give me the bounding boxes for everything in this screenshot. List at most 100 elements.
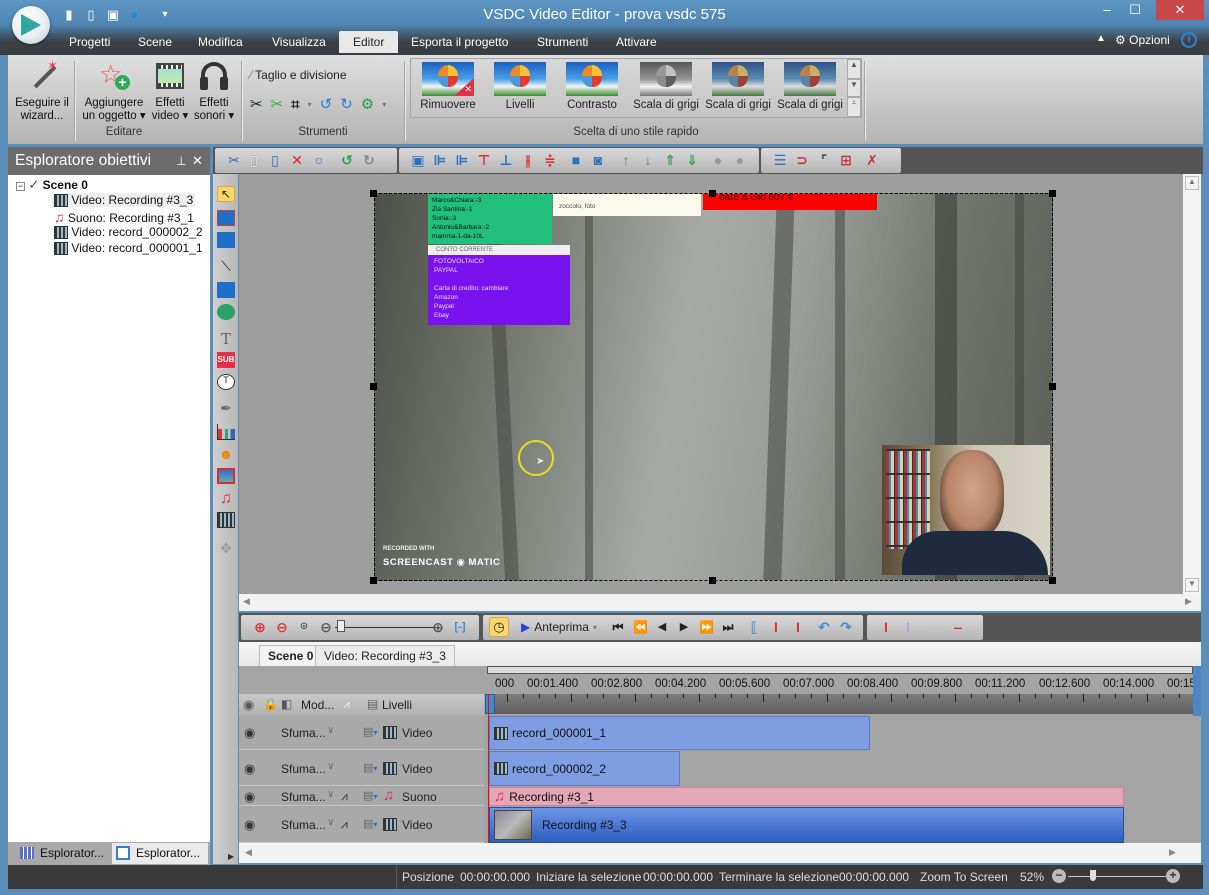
- tab-scene-0[interactable]: Scene 0: [259, 645, 323, 666]
- properties-icon[interactable]: ☰: [773, 153, 787, 167]
- gallery-scroll-up[interactable]: ▲: [847, 59, 861, 79]
- track-menu-icon[interactable]: ▤▾: [363, 817, 377, 830]
- style-rimuovere[interactable]: ✕ Rimuovere: [415, 62, 481, 111]
- ruler-end-handle[interactable]: [1193, 666, 1201, 716]
- video-tool-icon[interactable]: [217, 512, 235, 528]
- blend-dropdown-icon[interactable]: ∨: [327, 817, 334, 828]
- fit-timeline-icon[interactable]: [-]: [453, 620, 467, 634]
- resize-handle-l[interactable]: [370, 383, 377, 390]
- cut-split-button[interactable]: ⁄ Taglio e divisione: [250, 68, 347, 82]
- scroll-up-icon[interactable]: ▲: [1185, 176, 1199, 190]
- step-forward-icon[interactable]: ▶: [677, 620, 691, 634]
- selection-start-icon[interactable]: I: [769, 620, 783, 634]
- audio-tool-icon[interactable]: ♫: [217, 490, 235, 507]
- video-effects-button[interactable]: Effetti video ▾: [150, 59, 190, 123]
- bring-front-tool-icon[interactable]: [217, 210, 235, 226]
- tools-icon[interactable]: ✗: [865, 153, 879, 167]
- timeline-ruler-track[interactable]: [487, 694, 1196, 714]
- move-tool-icon[interactable]: ✥: [217, 540, 235, 556]
- scroll-down-icon[interactable]: ▼: [1185, 578, 1199, 592]
- go-end-icon[interactable]: ⏭: [721, 620, 735, 634]
- pointer-tool-icon[interactable]: ↖: [217, 186, 235, 202]
- group-icon[interactable]: ●: [711, 153, 725, 167]
- rectangle-tool-icon[interactable]: [217, 282, 235, 298]
- visibility-icon[interactable]: ◉: [244, 789, 255, 805]
- tab-esporta[interactable]: Esporta il progetto: [399, 31, 520, 53]
- send-to-back-icon[interactable]: ⇓: [685, 153, 699, 167]
- close-panel-icon[interactable]: ✕: [192, 147, 203, 175]
- visibility-icon[interactable]: ◉: [244, 817, 255, 833]
- circle-icon[interactable]: ○: [312, 153, 326, 167]
- ellipse-tool-icon[interactable]: [217, 304, 235, 320]
- zoom-slider-thumb[interactable]: [1090, 870, 1096, 881]
- zoom-slider-minus-icon[interactable]: ⊖: [319, 620, 333, 634]
- zoom-slider-thumb[interactable]: [337, 620, 345, 632]
- pin-icon[interactable]: ⊥: [176, 147, 186, 175]
- delete-icon[interactable]: ✕: [290, 153, 304, 167]
- tree-root[interactable]: − ✓ Scene 0: [16, 177, 88, 193]
- align-center-h-icon[interactable]: ≑: [543, 153, 557, 167]
- minimize-button[interactable]: ‒: [1092, 0, 1122, 20]
- rewind-icon[interactable]: ⏪: [633, 620, 648, 634]
- subtitle-tool-icon[interactable]: SUB: [217, 352, 235, 368]
- resize-handle-r[interactable]: [1049, 383, 1056, 390]
- add-object-button[interactable]: ☆ + Aggiungere un oggetto ▾: [76, 59, 152, 123]
- wizard-button[interactable]: ✶ Eseguire il wizard...: [12, 59, 72, 123]
- tree-item-suono-recording-3-1[interactable]: ♫ Suono: Recording #3_1: [52, 209, 196, 225]
- scroll-right-icon[interactable]: ▶: [1169, 847, 1176, 858]
- marker-end-icon[interactable]: I: [901, 620, 915, 634]
- timeline-clip[interactable]: record_000001_1: [489, 716, 870, 750]
- selection-full-icon[interactable]: ⟦: [747, 620, 761, 634]
- resize-handle-bl[interactable]: [370, 577, 377, 584]
- fast-forward-icon[interactable]: ⏩: [699, 620, 714, 634]
- crop-dropdown-icon[interactable]: ▾: [308, 100, 312, 109]
- preview-vertical-scrollbar[interactable]: ▲ ▼: [1183, 174, 1201, 594]
- tab-scene[interactable]: Scene: [126, 31, 184, 53]
- resize-handle-b[interactable]: [709, 577, 716, 584]
- track-menu-icon[interactable]: ▤▾: [363, 789, 377, 802]
- cut-icon[interactable]: ✂: [227, 153, 241, 167]
- chart-tool-icon[interactable]: [217, 424, 235, 440]
- animation-tool-icon[interactable]: ☻: [217, 446, 235, 462]
- maximize-button[interactable]: ☐: [1120, 0, 1150, 20]
- playhead-line[interactable]: [488, 694, 489, 843]
- tab-visualizza[interactable]: Visualizza: [260, 31, 338, 53]
- rotate-right-90-icon[interactable]: ↻: [340, 95, 353, 113]
- fit-center-icon[interactable]: ◙: [591, 153, 605, 167]
- audio-effects-button[interactable]: Effetti sonori ▾: [192, 59, 236, 123]
- zoom-slider[interactable]: [335, 627, 435, 628]
- zoom-to-screen-button[interactable]: Zoom To Screen: [920, 870, 1008, 884]
- ungroup-icon[interactable]: ●: [733, 153, 747, 167]
- tree-item-video-record-000002-2[interactable]: Video: record_000002_2: [52, 225, 205, 240]
- zoom-out-status-icon[interactable]: −: [1052, 869, 1066, 883]
- close-button[interactable]: ✕: [1156, 0, 1204, 20]
- align-left-icon[interactable]: ⊫: [433, 153, 447, 167]
- align-top-icon[interactable]: ⊤: [477, 153, 491, 167]
- tree-item-video-record-000001-1[interactable]: Video: record_000001_1: [52, 241, 205, 256]
- bring-forward-icon[interactable]: ↑: [619, 153, 633, 167]
- line-tool-icon[interactable]: ⟍: [217, 258, 235, 274]
- magnet-icon[interactable]: ⊃: [795, 153, 809, 167]
- resize-handle-tl[interactable]: [370, 190, 377, 197]
- tab-modifica[interactable]: Modifica: [186, 31, 255, 53]
- settings-wrench-icon[interactable]: ⚙: [361, 95, 374, 113]
- timeline-ruler[interactable]: 000 00:01.400 00:02.800 00:04.200 00:05.600 0…: [487, 676, 1199, 694]
- remove-marker-icon[interactable]: ‒: [951, 620, 965, 634]
- gallery-scroll-down[interactable]: ▼: [847, 79, 861, 97]
- settings-dropdown-icon[interactable]: ▾: [382, 100, 386, 109]
- gallery-expand[interactable]: ⩡: [847, 97, 861, 117]
- trim-icon[interactable]: ✂: [271, 95, 284, 113]
- expand-strip-icon[interactable]: ▶: [228, 852, 234, 861]
- waveform-icon[interactable]: ⩘: [341, 789, 348, 804]
- style-scala-grigi-2[interactable]: Scala di grigi: [703, 62, 773, 111]
- options-button[interactable]: ⚙ Opzioni: [1115, 33, 1170, 47]
- timer-icon[interactable]: ◷: [489, 617, 509, 637]
- go-start-icon[interactable]: ⏮: [611, 620, 625, 634]
- tab-explorer-1[interactable]: Esplorator...: [16, 843, 108, 864]
- track-menu-icon[interactable]: ▤▾: [363, 725, 377, 738]
- blend-dropdown-icon[interactable]: ∨: [327, 789, 334, 800]
- zoom-slider-track[interactable]: [1068, 876, 1166, 877]
- preview-dropdown-icon[interactable]: ▾: [593, 623, 597, 632]
- visibility-icon[interactable]: ◉: [243, 697, 254, 713]
- align-center-v-icon[interactable]: ⫲: [521, 153, 535, 167]
